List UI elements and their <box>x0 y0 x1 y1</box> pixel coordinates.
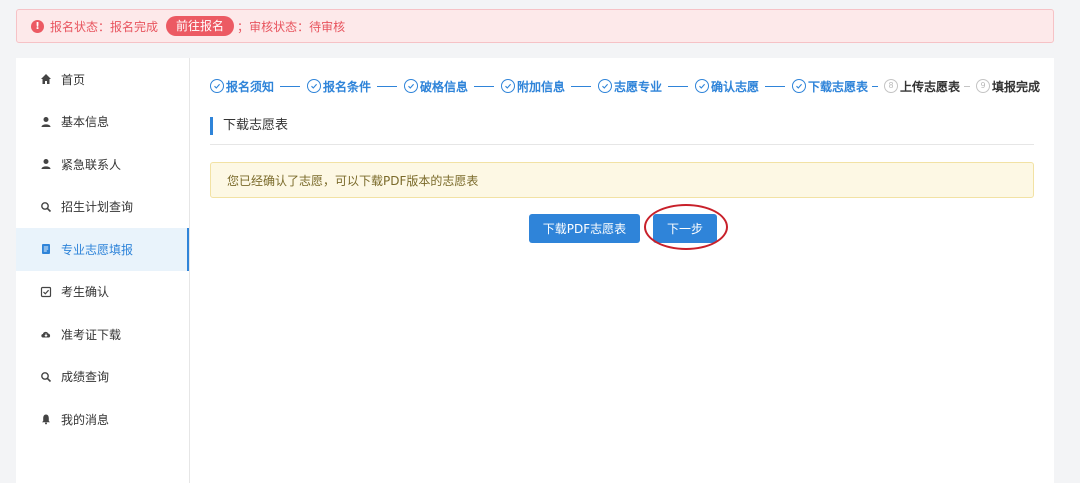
step-label: 确认志愿 <box>711 79 760 94</box>
step-complete: 9 填报完成 <box>976 78 1040 95</box>
sidebar-item-admission-ticket[interactable]: 准考证下载 <box>16 313 189 356</box>
bell-icon <box>42 414 50 425</box>
step-upload-form: 8 上传志愿表 <box>884 78 960 95</box>
sidebar-item-label: 成绩查询 <box>61 370 110 385</box>
registration-status-bar: ! 报名状态： 报名完成 前往报名 ； 审核状态： 待审核 <box>16 9 1054 43</box>
notice-text: 您已经确认了志愿，可以下载PDF版本的志愿表 <box>227 173 479 188</box>
step-notice[interactable]: 报名须知 <box>210 78 274 95</box>
sidebar-item-my-messages[interactable]: 我的消息 <box>16 398 189 441</box>
main-panel: 报名须知 报名条件 破格信息 附加信息 志愿专业 确认志愿 下载志愿表 8 上传… <box>190 58 1054 483</box>
sidebar-item-major-preference[interactable]: 专业志愿填报 <box>16 228 189 271</box>
sidebar-item-candidate-confirm[interactable]: 考生确认 <box>16 271 189 314</box>
sidebar-item-basic-info[interactable]: 基本信息 <box>16 101 189 144</box>
sidebar-item-home[interactable]: 首页 <box>16 58 189 101</box>
review-status-label: 审核状态： <box>249 19 310 34</box>
check-circle-icon <box>792 79 806 93</box>
check-circle-icon <box>598 79 612 93</box>
step-connector <box>964 85 971 87</box>
step-additional-info[interactable]: 附加信息 <box>501 78 565 95</box>
step-label: 报名条件 <box>323 79 372 94</box>
document-icon <box>42 244 50 255</box>
step-label: 志愿专业 <box>614 79 663 94</box>
step-connector <box>280 85 300 87</box>
sidebar-item-label: 准考证下载 <box>61 327 122 342</box>
section-divider <box>210 144 1034 145</box>
step-connector <box>668 85 688 87</box>
step-label: 破格信息 <box>420 79 469 94</box>
step-connector <box>765 85 785 87</box>
sidebar-item-label: 我的消息 <box>61 412 110 427</box>
download-pdf-button[interactable]: 下载PDF志愿表 <box>529 214 640 243</box>
step-label: 填报完成 <box>992 79 1041 94</box>
registration-status-label: 报名状态： <box>50 19 111 34</box>
section-title: 下载志愿表 <box>210 117 288 135</box>
checkbox-icon <box>40 286 52 297</box>
search-icon <box>41 371 52 382</box>
step-label: 上传志愿表 <box>900 79 961 94</box>
sidebar-item-label: 基本信息 <box>61 115 110 130</box>
step-major-choice[interactable]: 志愿专业 <box>598 78 662 95</box>
user-icon <box>41 116 51 127</box>
review-status-value: 待审核 <box>309 19 346 34</box>
sidebar-item-label: 首页 <box>61 72 86 87</box>
sidebar-item-label: 专业志愿填报 <box>61 242 134 257</box>
check-circle-icon <box>695 79 709 93</box>
check-circle-icon <box>210 79 224 93</box>
step-connector <box>474 85 494 87</box>
step-confirm-choice[interactable]: 确认志愿 <box>695 78 759 95</box>
step-number-icon: 8 <box>884 79 899 93</box>
home-icon <box>41 74 51 85</box>
check-circle-icon <box>404 79 418 93</box>
step-conditions[interactable]: 报名条件 <box>307 78 371 95</box>
status-separator: ； <box>237 19 250 34</box>
cloud-download-icon <box>41 332 51 338</box>
registration-status-value: 报名完成 <box>110 19 159 34</box>
search-icon <box>41 201 52 212</box>
warning-icon: ! <box>31 19 44 33</box>
check-circle-icon <box>501 79 515 93</box>
sidebar-item-emergency-contact[interactable]: 紧急联系人 <box>16 143 189 186</box>
step-exception-info[interactable]: 破格信息 <box>404 78 468 95</box>
step-connector <box>571 85 591 87</box>
step-label: 附加信息 <box>517 79 566 94</box>
user-icon <box>41 159 51 170</box>
step-connector <box>872 85 879 87</box>
step-label: 报名须知 <box>226 79 275 94</box>
step-label: 下载志愿表 <box>808 79 869 94</box>
step-download-form[interactable]: 下载志愿表 <box>792 78 868 95</box>
sidebar-item-label: 紧急联系人 <box>61 157 122 172</box>
sidebar-item-label: 招生计划查询 <box>61 200 134 215</box>
sidebar-item-label: 考生确认 <box>61 285 110 300</box>
progress-steps: 报名须知 报名条件 破格信息 附加信息 志愿专业 确认志愿 下载志愿表 8 上传… <box>210 76 1040 96</box>
step-connector <box>377 85 397 87</box>
sidebar-nav: 首页 基本信息 紧急联系人 招生计划查询 专业志愿填报 考生确认 准考证下载 成… <box>16 58 190 483</box>
sidebar-item-score-query[interactable]: 成绩查询 <box>16 356 189 399</box>
go-register-button[interactable]: 前往报名 <box>166 16 235 36</box>
next-button-highlight-ring <box>644 204 728 250</box>
check-circle-icon <box>307 79 321 93</box>
step-number-icon: 9 <box>976 79 991 93</box>
sidebar-item-enrollment-plan[interactable]: 招生计划查询 <box>16 186 189 229</box>
confirmation-notice: 您已经确认了志愿，可以下载PDF版本的志愿表 <box>210 162 1034 198</box>
